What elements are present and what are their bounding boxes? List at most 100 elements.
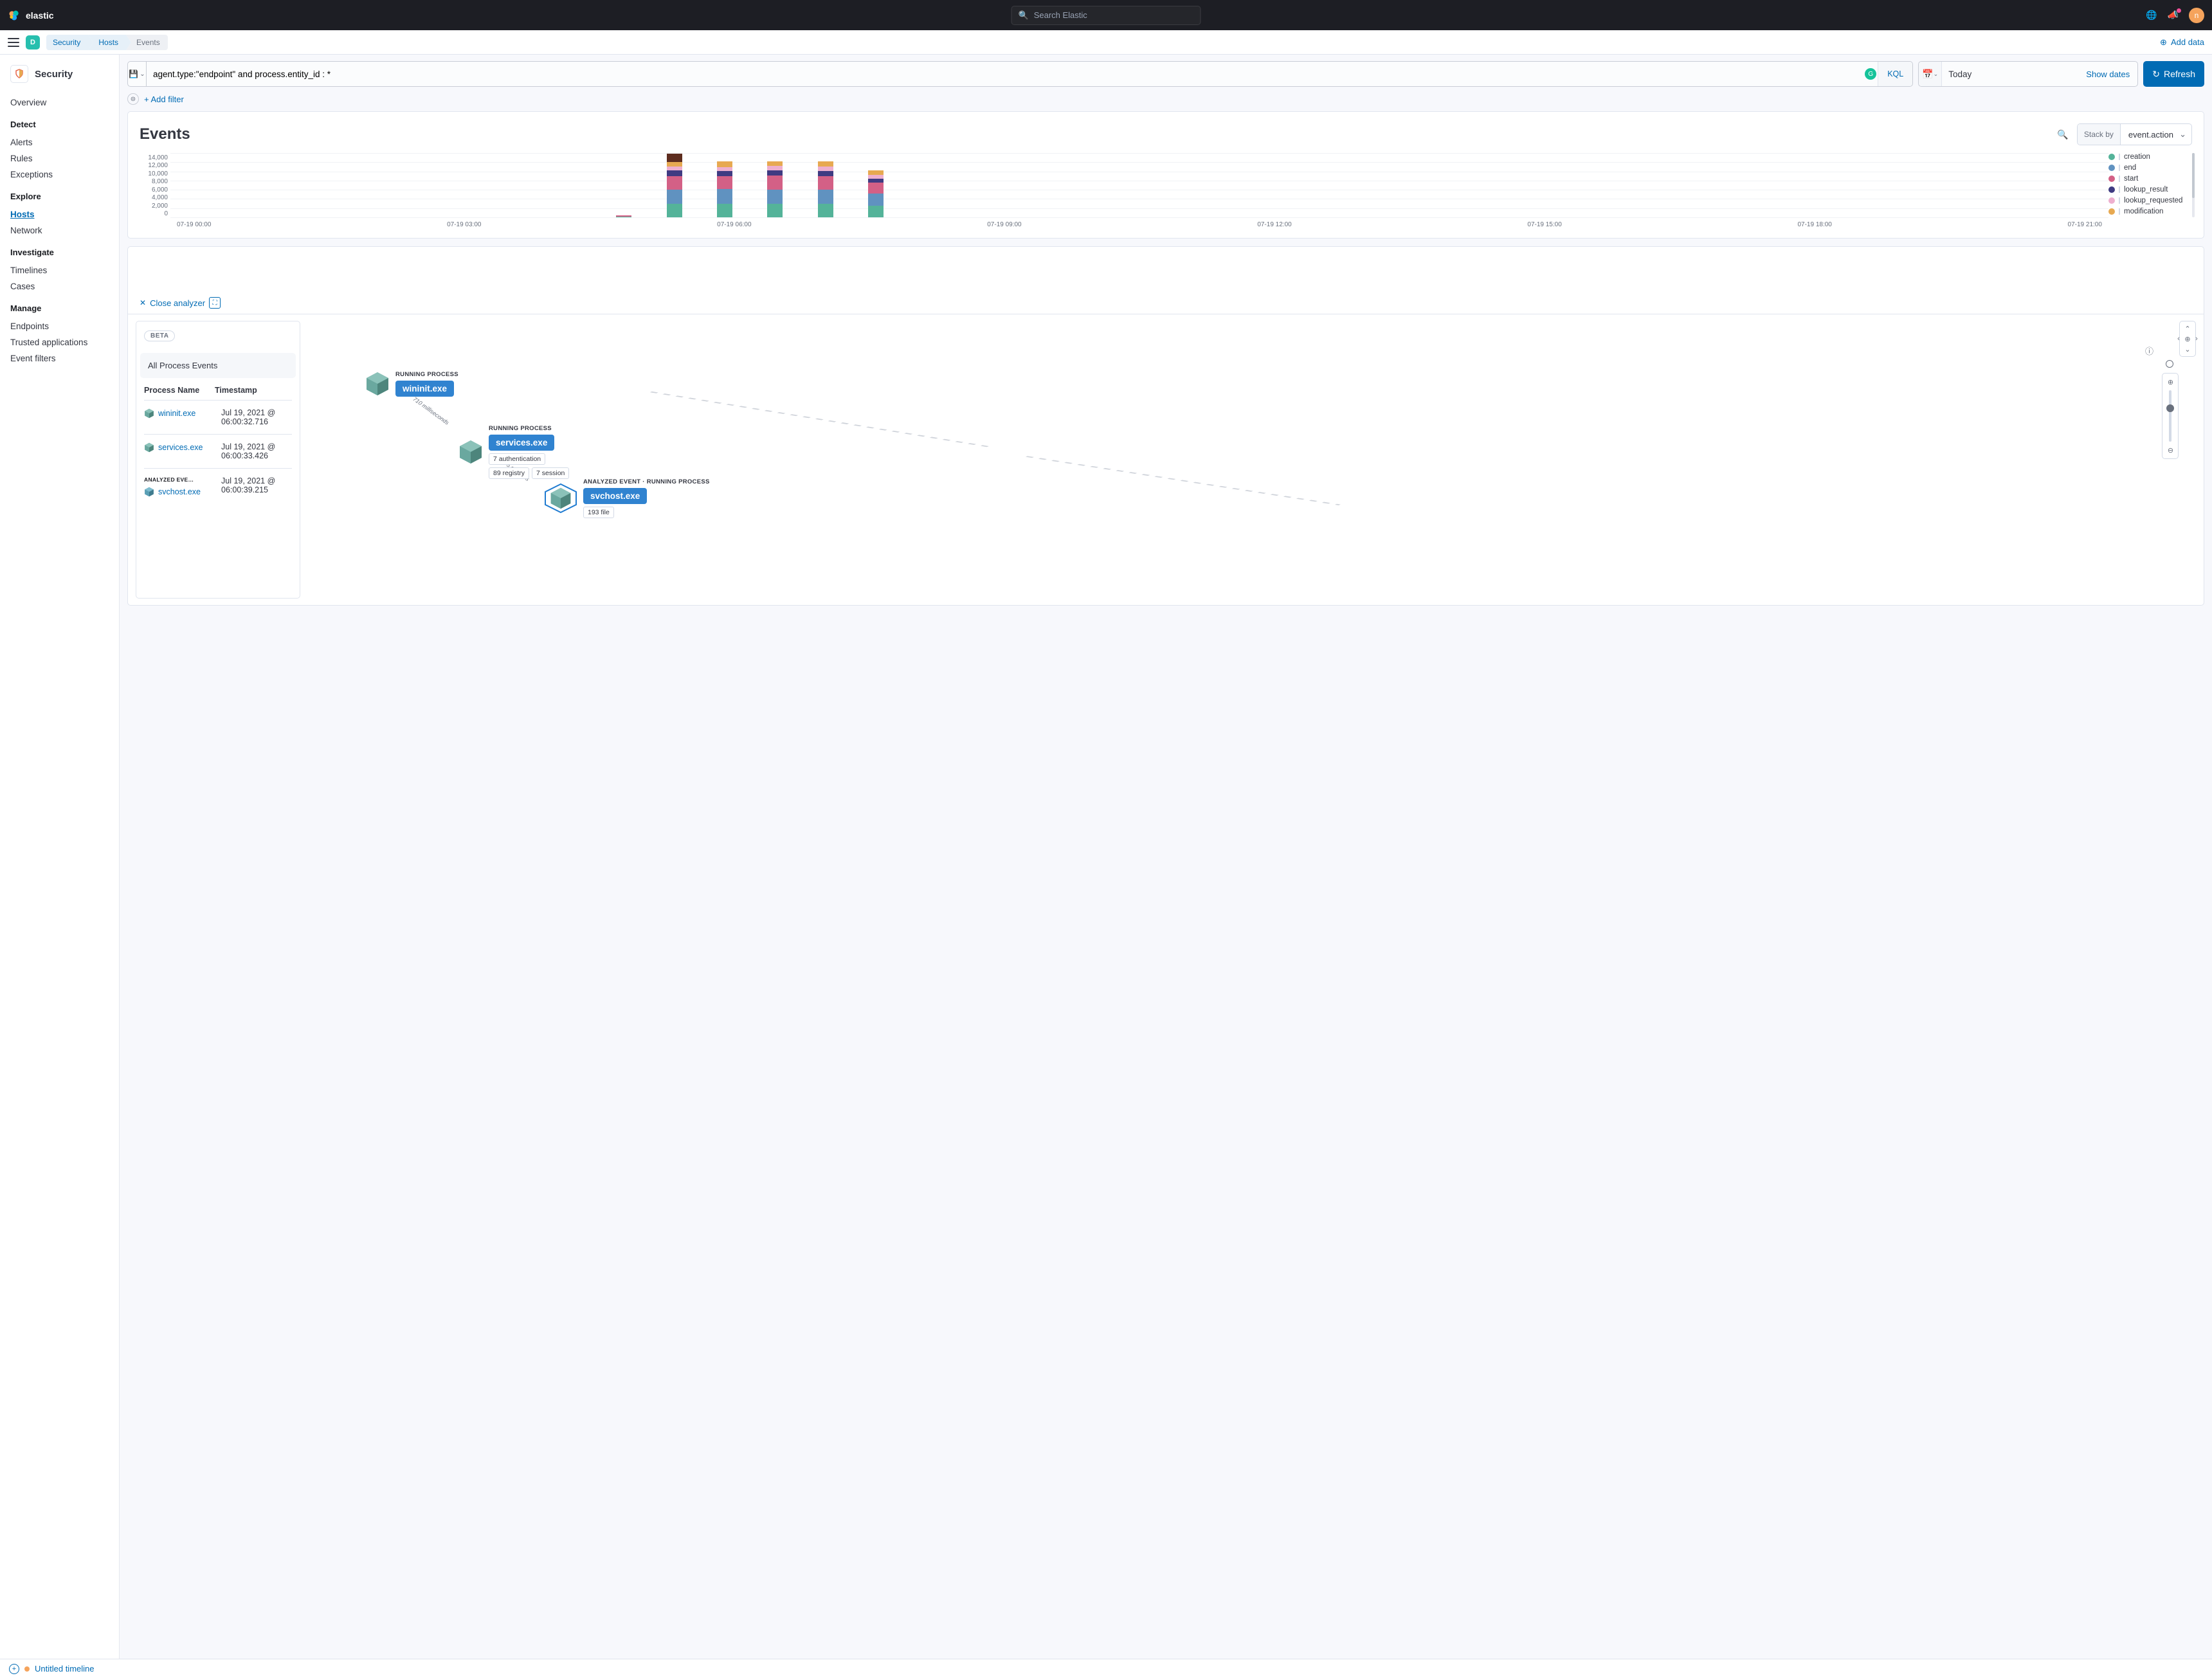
security-app-icon (10, 65, 28, 83)
node-name[interactable]: wininit.exe (395, 381, 454, 397)
zoom-track[interactable] (2169, 390, 2171, 442)
search-placeholder: Search Elastic (1034, 10, 1087, 20)
kql-badge[interactable]: KQL (1878, 62, 1912, 86)
node-caption: ANALYZED EVENT · RUNNING PROCESS (583, 478, 710, 485)
add-timeline-icon[interactable]: + (9, 1664, 19, 1674)
node-svchost[interactable]: ANALYZED EVENT · RUNNING PROCESS svchost… (543, 478, 710, 518)
notification-dot (2177, 8, 2181, 13)
node-name[interactable]: services.exe (489, 435, 554, 451)
sidebar-item-cases[interactable]: Cases (10, 278, 109, 294)
sidebar-item-event-filters[interactable]: Event filters (10, 350, 109, 366)
process-row[interactable]: ANALYZED EVE…svchost.exeJul 19, 2021 @ 0… (144, 469, 292, 505)
space-badge[interactable]: D (26, 35, 40, 50)
sidebar-item-endpoints[interactable]: Endpoints (10, 318, 109, 334)
legend-item[interactable]: creation (2108, 153, 2192, 161)
nav-toggle-button[interactable] (8, 38, 19, 47)
saved-query-button[interactable]: 💾 ⌄ (127, 61, 147, 87)
pill[interactable]: 7 session (532, 467, 569, 479)
process-list: BETA All Process Events Process Name Tim… (136, 321, 300, 599)
calendar-icon[interactable]: 📅 ⌄ (1919, 62, 1942, 86)
events-panel: Events 🔍 Stack by event.action 14,00012,… (127, 111, 2204, 239)
kql-input[interactable] (147, 69, 1878, 79)
user-avatar[interactable]: n (2189, 8, 2204, 23)
search-icon: 🔍 (1019, 10, 1029, 21)
date-picker[interactable]: 📅 ⌄ Today Show dates (1918, 61, 2138, 87)
center-icon[interactable]: ⊕ (2183, 334, 2192, 343)
sidebar-group-investigate: Investigate (10, 248, 109, 257)
node-caption: RUNNING PROCESS (395, 371, 458, 378)
timeline-name[interactable]: Untitled timeline (35, 1664, 95, 1673)
legend-item[interactable]: lookup_result (2108, 186, 2192, 194)
sidebar-item-trusted-apps[interactable]: Trusted applications (10, 334, 109, 350)
fit-view-icon[interactable] (2166, 360, 2173, 368)
node-name[interactable]: svchost.exe (583, 488, 647, 504)
legend-item[interactable]: lookup_requested (2108, 197, 2192, 204)
news-icon[interactable]: 📣 (2168, 10, 2179, 21)
query-input[interactable]: G KQL (147, 61, 1913, 87)
pan-left-icon[interactable]: ‹ (2174, 334, 2183, 343)
refresh-label: Refresh (2164, 69, 2195, 79)
x-axis: 07-19 00:0007-19 03:0007-19 06:0007-19 0… (170, 219, 2108, 231)
node-wininit[interactable]: RUNNING PROCESS wininit.exe (365, 371, 458, 397)
pill[interactable]: 89 registry (489, 467, 529, 479)
breadcrumb-security[interactable]: Security (46, 35, 88, 50)
chart-legend: creation end start lookup_result lookup_requ… (2108, 153, 2192, 231)
close-analyzer-x[interactable]: ✕ (140, 298, 146, 307)
sidebar-item-alerts[interactable]: Alerts (10, 134, 109, 150)
pill[interactable]: 193 file (583, 507, 614, 518)
stack-by-select[interactable]: Stack by event.action (2077, 123, 2192, 145)
topbar: elastic 🔍 Search Elastic 🌐 📣 n (0, 0, 2212, 30)
sidebar-item-overview[interactable]: Overview (10, 95, 109, 111)
pan-control[interactable]: ⌃ ‹ ⊕ › ⌄ (2179, 321, 2196, 357)
global-search-input[interactable]: 🔍 Search Elastic (1011, 6, 1201, 25)
add-data-icon: ⊕ (2160, 37, 2167, 48)
globe-icon[interactable]: 🌐 (2146, 10, 2157, 21)
col-timestamp: Timestamp (215, 386, 292, 395)
sidebar-item-hosts[interactable]: Hosts (10, 206, 109, 222)
pan-down-icon[interactable]: ⌄ (2183, 345, 2192, 354)
zoom-thumb[interactable] (2166, 404, 2174, 412)
process-row[interactable]: services.exeJul 19, 2021 @ 06:00:33.426 (144, 435, 292, 469)
legend-scrollbar[interactable] (2192, 153, 2195, 217)
process-row[interactable]: wininit.exeJul 19, 2021 @ 06:00:32.716 (144, 401, 292, 435)
stack-by-label: Stack by (2078, 124, 2121, 145)
sidebar-item-network[interactable]: Network (10, 222, 109, 239)
close-analyzer-label[interactable]: Close analyzer (150, 298, 205, 308)
sidebar-item-rules[interactable]: Rules (10, 150, 109, 167)
pan-right-icon[interactable]: › (2192, 334, 2201, 343)
zoom-out-icon[interactable]: ⊖ (2166, 446, 2175, 455)
add-filter-link[interactable]: + Add filter (144, 95, 184, 104)
events-chart: 14,00012,00010,0008,0006,0004,0002,0000 … (140, 153, 2192, 231)
elastic-logo[interactable]: elastic (8, 9, 54, 22)
refresh-button[interactable]: ↻ Refresh (2143, 61, 2204, 87)
chart-plot[interactable]: 07-19 00:0007-19 03:0007-19 06:0007-19 0… (170, 153, 2108, 231)
all-events-tab[interactable]: All Process Events (140, 353, 296, 378)
brand-label: elastic (26, 10, 54, 21)
legend-item[interactable]: end (2108, 164, 2192, 172)
events-title: Events (140, 125, 190, 143)
pill[interactable]: 7 authentication (489, 453, 545, 465)
show-dates-link[interactable]: Show dates (2078, 69, 2137, 79)
breadcrumb-hosts[interactable]: Hosts (88, 35, 126, 50)
sidebar-item-exceptions[interactable]: Exceptions (10, 167, 109, 183)
zoom-slider[interactable]: ⊕ ⊖ (2162, 373, 2179, 459)
stack-by-value[interactable]: event.action (2121, 124, 2191, 145)
sidebar-item-timelines[interactable]: Timelines (10, 262, 109, 278)
legend-item[interactable]: start (2108, 175, 2192, 183)
zoom-in-icon[interactable]: ⊕ (2166, 377, 2175, 386)
node-services[interactable]: RUNNING PROCESS services.exe 7 authentic… (458, 425, 569, 479)
pan-up-icon[interactable]: ⌃ (2183, 324, 2192, 333)
beta-badge: BETA (144, 330, 175, 341)
fullscreen-button[interactable]: ⛶ (209, 297, 221, 309)
add-data-link[interactable]: ⊕ Add data (2160, 37, 2204, 48)
timeline-bar[interactable]: + Untitled timeline (0, 1659, 2212, 1678)
legend-item[interactable]: modification (2108, 208, 2192, 215)
cube-icon (458, 439, 484, 465)
inspect-button[interactable]: 🔍 (2054, 125, 2072, 143)
info-icon[interactable]: ⓘ (2145, 345, 2153, 357)
filter-options-icon[interactable]: ⊜ (127, 93, 139, 105)
process-graph[interactable]: 710 milliseconds 5 seconds RUNNING PROCE… (300, 314, 2204, 605)
disk-icon: 💾 (129, 69, 138, 78)
sidebar-group-detect: Detect (10, 120, 109, 129)
filter-row: ⊜ + Add filter (127, 91, 2204, 111)
